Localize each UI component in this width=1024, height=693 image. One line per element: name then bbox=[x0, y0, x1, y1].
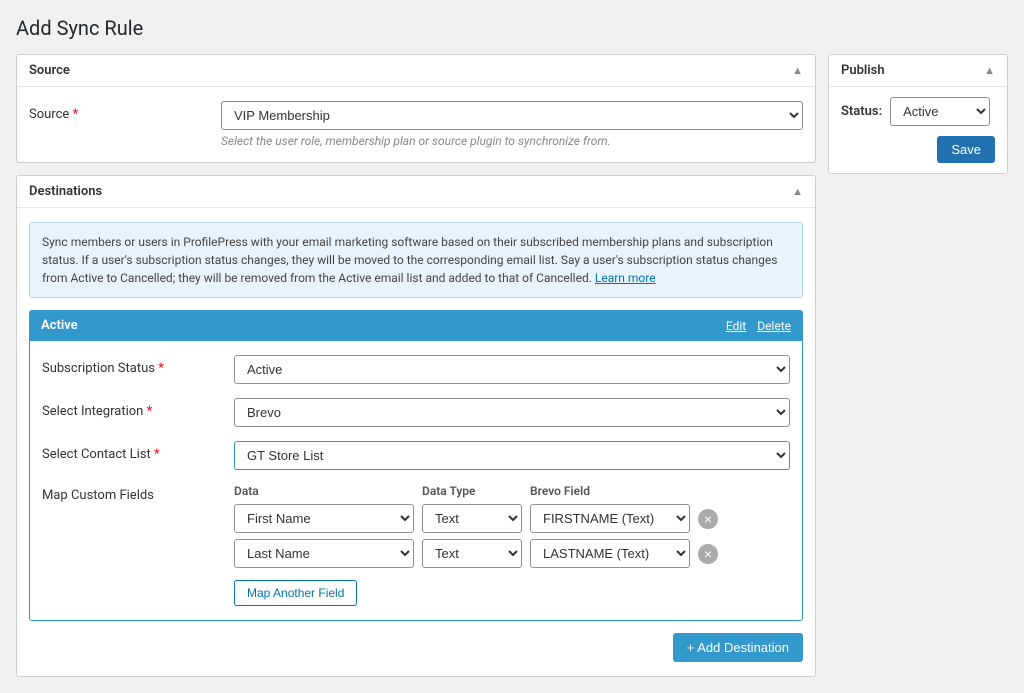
destinations-panel-header: Destinations ▲ bbox=[17, 176, 815, 208]
select-integration-row: Select Integration * Brevo Mailchimp bbox=[42, 398, 790, 427]
publish-panel: Publish ▲ Status: Active Inactive Save bbox=[828, 54, 1008, 174]
source-select[interactable]: VIP Membership bbox=[221, 101, 803, 130]
select-contact-list-label: Select Contact List * bbox=[42, 441, 222, 462]
source-panel-title: Source bbox=[29, 63, 70, 78]
active-dest-label: Active bbox=[41, 318, 78, 333]
select-contact-list-select[interactable]: GT Store List bbox=[234, 441, 790, 470]
dest-bar-actions: Edit Delete bbox=[718, 319, 791, 333]
publish-chevron: ▲ bbox=[984, 64, 995, 77]
source-form-row: Source * VIP Membership Select the user … bbox=[29, 101, 803, 148]
source-panel-header: Source ▲ bbox=[17, 55, 815, 87]
status-select[interactable]: Active Inactive bbox=[890, 97, 990, 126]
col-field-header: Brevo Field bbox=[530, 484, 690, 498]
field-data-select-2[interactable]: First Name Last Name Email bbox=[234, 539, 414, 568]
add-destination-row: + Add Destination bbox=[29, 633, 803, 662]
source-control: VIP Membership Select the user role, mem… bbox=[221, 101, 803, 148]
publish-panel-title: Publish bbox=[841, 63, 885, 78]
map-field-row: First Name Last Name Email Text Number D… bbox=[234, 539, 790, 568]
publish-panel-body: Status: Active Inactive Save bbox=[829, 87, 1007, 173]
destinations-panel: Destinations ▲ Sync members or users in … bbox=[16, 175, 816, 677]
map-field-row: First Name Last Name Email Text Number D… bbox=[234, 504, 790, 533]
source-label: Source * bbox=[29, 101, 209, 122]
delete-link[interactable]: Delete bbox=[757, 319, 791, 333]
save-button[interactable]: Save bbox=[937, 136, 995, 163]
destinations-panel-title: Destinations bbox=[29, 184, 102, 199]
dest-form: Subscription Status * Active Cancelled E… bbox=[29, 341, 803, 621]
page-title: Add Sync Rule bbox=[16, 16, 1008, 40]
active-destination: Active Edit Delete Subscription Status * bbox=[29, 310, 803, 621]
field-data-select-1[interactable]: First Name Last Name Email bbox=[234, 504, 414, 533]
source-help-text: Select the user role, membership plan or… bbox=[221, 134, 803, 148]
map-fields-area: Data Data Type Brevo Field First Name La… bbox=[234, 484, 790, 606]
publish-status-row: Status: Active Inactive bbox=[841, 97, 995, 126]
field-brevo-select-1[interactable]: FIRSTNAME (Text) LASTNAME (Text) EMAIL (… bbox=[530, 504, 690, 533]
col-type-header: Data Type bbox=[422, 484, 522, 498]
publish-panel-header: Publish ▲ bbox=[829, 55, 1007, 87]
add-destination-button[interactable]: + Add Destination bbox=[673, 633, 803, 662]
map-custom-fields-label: Map Custom Fields bbox=[42, 484, 222, 503]
learn-more-link[interactable]: Learn more bbox=[595, 271, 656, 285]
subscription-status-row: Subscription Status * Active Cancelled E… bbox=[42, 355, 790, 384]
subscription-status-label: Subscription Status * bbox=[42, 355, 222, 376]
map-custom-fields-row: Map Custom Fields Data Data Type Brevo F… bbox=[42, 484, 790, 606]
subscription-status-control: Active Cancelled Expired bbox=[234, 355, 790, 384]
field-brevo-select-2[interactable]: FIRSTNAME (Text) LASTNAME (Text) EMAIL (… bbox=[530, 539, 690, 568]
select-contact-list-row: Select Contact List * GT Store List bbox=[42, 441, 790, 470]
subscription-status-select[interactable]: Active Cancelled Expired bbox=[234, 355, 790, 384]
map-another-field-button[interactable]: Map Another Field bbox=[234, 580, 357, 606]
field-type-select-2[interactable]: Text Number Date bbox=[422, 539, 522, 568]
remove-field-1-button[interactable]: × bbox=[698, 509, 718, 529]
field-type-select-1[interactable]: Text Number Date bbox=[422, 504, 522, 533]
active-dest-bar: Active Edit Delete bbox=[29, 310, 803, 341]
remove-field-2-button[interactable]: × bbox=[698, 544, 718, 564]
edit-link[interactable]: Edit bbox=[726, 319, 746, 333]
select-integration-label: Select Integration * bbox=[42, 398, 222, 419]
destinations-panel-chevron: ▲ bbox=[792, 185, 803, 198]
select-integration-select[interactable]: Brevo Mailchimp bbox=[234, 398, 790, 427]
source-panel: Source ▲ Source * VIP Membership Select … bbox=[16, 54, 816, 163]
select-contact-list-control: GT Store List bbox=[234, 441, 790, 470]
col-data-header: Data bbox=[234, 484, 414, 498]
info-box: Sync members or users in ProfilePress wi… bbox=[29, 222, 803, 298]
select-integration-control: Brevo Mailchimp bbox=[234, 398, 790, 427]
source-panel-chevron: ▲ bbox=[792, 64, 803, 77]
status-label: Status: bbox=[841, 104, 882, 119]
map-fields-header: Data Data Type Brevo Field bbox=[234, 484, 790, 498]
info-text: Sync members or users in ProfilePress wi… bbox=[42, 235, 777, 285]
